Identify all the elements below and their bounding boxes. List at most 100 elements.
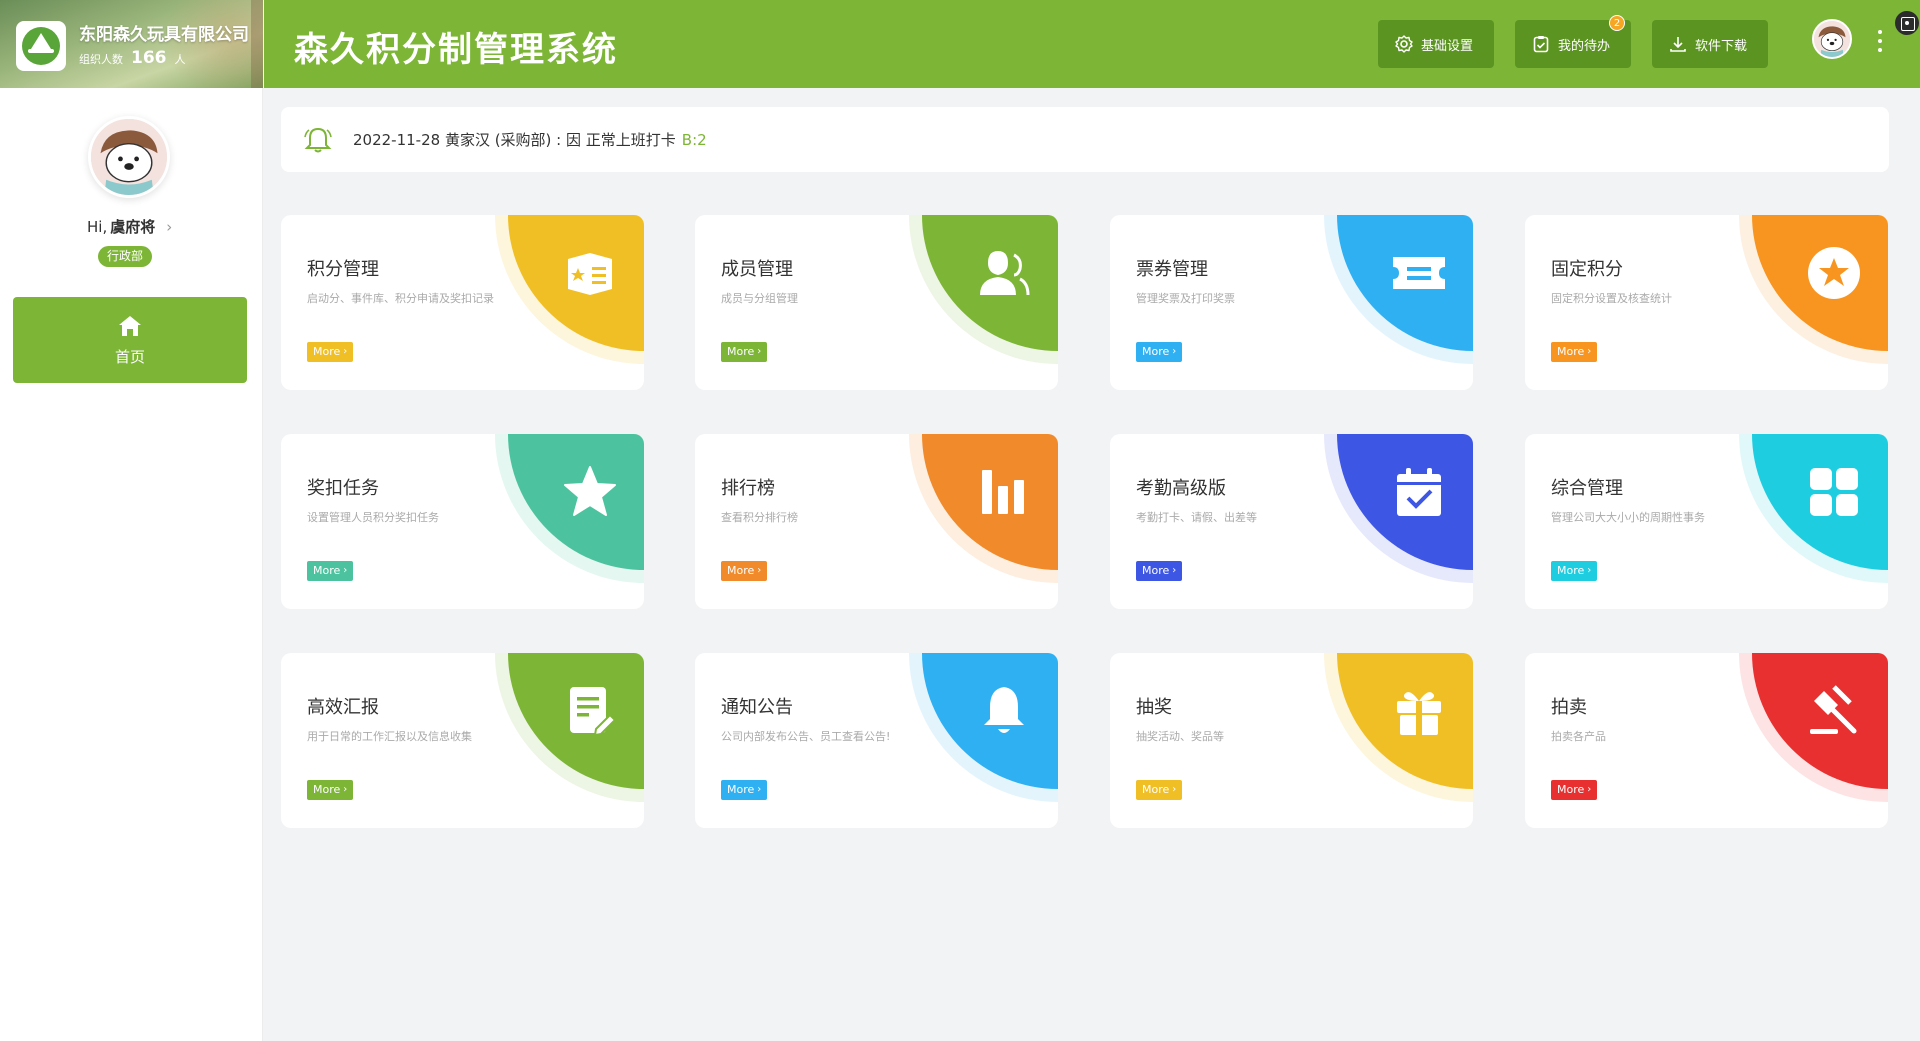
notice-bar[interactable]: 2022-11-28 黄家汉 (采购部) : 因 正常上班打卡 B:2: [281, 107, 1889, 172]
more-button[interactable]: More ›: [1136, 780, 1183, 800]
chevron-right-icon: ›: [1587, 346, 1592, 357]
more-button[interactable]: More ›: [1551, 780, 1598, 800]
top-bar: 森久积分制管理系统 基础设置 我的待办 2 软件下载: [264, 0, 1920, 88]
more-button[interactable]: More ›: [1136, 561, 1183, 581]
sidebar: 东阳森久玩具有限公司 组织人数 166 人 Hi, 虞府将 › 行政部 首页: [0, 0, 263, 1041]
card-description: 公司内部发布公告、员工查看公告!: [721, 730, 891, 743]
card-description: 拍卖各产品: [1551, 730, 1606, 743]
chevron-right-icon: ›: [757, 346, 762, 357]
more-button[interactable]: More ›: [307, 780, 354, 800]
org-name: 东阳森久玩具有限公司: [79, 25, 249, 45]
more-vertical-icon[interactable]: [1877, 30, 1883, 52]
module-card-general[interactable]: 综合管理 管理公司大大小小的周期性事务 More ›: [1525, 434, 1888, 609]
home-icon: [117, 314, 143, 338]
module-card-points[interactable]: 积分管理 启动分、事件库、积分申请及奖扣记录 More ›: [281, 215, 644, 390]
chevron-right-icon: ›: [1587, 565, 1592, 576]
notice-text: 2022-11-28 黄家汉 (采购部) : 因 正常上班打卡: [353, 131, 676, 149]
org-count-label: 组织人数: [79, 53, 123, 66]
module-card-reward-tasks[interactable]: 奖扣任务 设置管理人员积分奖扣任务 More ›: [281, 434, 644, 609]
notice-tag: B:2: [681, 130, 707, 149]
chevron-right-icon: ›: [343, 784, 348, 795]
more-label: More: [727, 783, 755, 796]
card-title: 票券管理: [1136, 259, 1208, 280]
more-button[interactable]: More ›: [721, 780, 768, 800]
more-label: More: [1557, 345, 1585, 358]
card-title: 考勤高级版: [1136, 478, 1226, 499]
todo-label: 我的待办: [1558, 38, 1611, 54]
screenshot-icon[interactable]: [1895, 11, 1919, 35]
nav-home-label: 首页: [114, 347, 145, 366]
card-title: 固定积分: [1551, 259, 1623, 280]
grid-icon: [1806, 464, 1862, 520]
module-card-fixed-points[interactable]: 固定积分 固定积分设置及核查统计 More ›: [1525, 215, 1888, 390]
download-icon: [1670, 37, 1686, 52]
bell-outline-icon: [304, 127, 332, 152]
module-card-reports[interactable]: 高效汇报 用于日常的工作汇报以及信息收集 More ›: [281, 653, 644, 828]
star-icon: [562, 464, 618, 520]
org-member-count: 组织人数 166 人: [79, 48, 186, 68]
chevron-right-icon: ›: [1172, 346, 1177, 357]
module-card-attendance[interactable]: 考勤高级版 考勤打卡、请假、出差等 More ›: [1110, 434, 1473, 609]
card-description: 查看积分排行榜: [721, 511, 798, 524]
card-description: 管理奖票及打印奖票: [1136, 292, 1235, 305]
card-title: 奖扣任务: [307, 478, 379, 499]
card-description: 启动分、事件库、积分申请及奖扣记录: [307, 292, 494, 305]
more-button[interactable]: More ›: [721, 342, 768, 362]
more-button[interactable]: More ›: [1551, 561, 1598, 581]
more-label: More: [1142, 783, 1170, 796]
more-label: More: [313, 564, 341, 577]
chevron-right-icon: ›: [343, 565, 348, 576]
more-label: More: [1557, 564, 1585, 577]
module-card-leaderboard[interactable]: 排行榜 查看积分排行榜 More ›: [695, 434, 1058, 609]
download-button[interactable]: 软件下载: [1652, 20, 1768, 68]
more-label: More: [313, 345, 341, 358]
card-description: 管理公司大大小小的周期性事务: [1551, 511, 1705, 524]
chevron-right-icon: ›: [1587, 784, 1592, 795]
more-button[interactable]: More ›: [721, 561, 768, 581]
card-title: 成员管理: [721, 259, 793, 280]
module-card-lottery[interactable]: 抽奖 抽奖活动、奖品等 More ›: [1110, 653, 1473, 828]
card-list-icon: [562, 245, 618, 301]
report-icon: [562, 683, 618, 739]
settings-button[interactable]: 基础设置: [1378, 20, 1494, 68]
module-card-members[interactable]: 成员管理 成员与分组管理 More ›: [695, 215, 1058, 390]
card-description: 考勤打卡、请假、出差等: [1136, 511, 1257, 524]
org-logo: [16, 21, 66, 71]
star-badge-icon: [1806, 245, 1862, 301]
chevron-right-icon: ›: [343, 346, 348, 357]
app-title: 森久积分制管理系统: [294, 30, 618, 70]
card-description: 设置管理人员积分奖扣任务: [307, 511, 439, 524]
more-button[interactable]: More ›: [307, 561, 354, 581]
more-button[interactable]: More ›: [307, 342, 354, 362]
more-button[interactable]: More ›: [1551, 342, 1598, 362]
card-title: 高效汇报: [307, 697, 379, 718]
org-count-unit: 人: [174, 53, 186, 66]
more-label: More: [313, 783, 341, 796]
calendar-check-icon: [1391, 464, 1447, 520]
more-button[interactable]: More ›: [1136, 342, 1183, 362]
todo-count-badge: 2: [1609, 15, 1625, 31]
nav-item-home[interactable]: 首页: [13, 297, 247, 383]
chevron-right-icon: ›: [166, 217, 173, 236]
card-description: 抽奖活动、奖品等: [1136, 730, 1224, 743]
gear-icon: [1395, 35, 1413, 53]
card-description: 固定积分设置及核查统计: [1551, 292, 1672, 305]
user-greeting[interactable]: Hi, 虞府将 ›: [87, 216, 172, 237]
department-badge: 行政部: [98, 246, 153, 267]
user-avatar[interactable]: [88, 116, 170, 198]
more-label: More: [727, 564, 755, 577]
card-title: 排行榜: [721, 478, 775, 499]
header-avatar[interactable]: [1812, 19, 1852, 59]
todo-button[interactable]: 我的待办 2: [1515, 15, 1631, 68]
card-title: 通知公告: [721, 697, 793, 718]
module-card-tickets[interactable]: 票券管理 管理奖票及打印奖票 More ›: [1110, 215, 1473, 390]
module-card-auction[interactable]: 拍卖 拍卖各产品 More ›: [1525, 653, 1888, 828]
card-title: 综合管理: [1551, 478, 1623, 499]
card-title: 抽奖: [1136, 697, 1172, 718]
chevron-right-icon: ›: [757, 565, 762, 576]
module-card-announcements[interactable]: 通知公告 公司内部发布公告、员工查看公告! More ›: [695, 653, 1058, 828]
ticket-icon: [1391, 245, 1447, 301]
chevron-right-icon: ›: [1172, 784, 1177, 795]
chevron-right-icon: ›: [1172, 565, 1177, 576]
gift-icon: [1391, 683, 1447, 739]
